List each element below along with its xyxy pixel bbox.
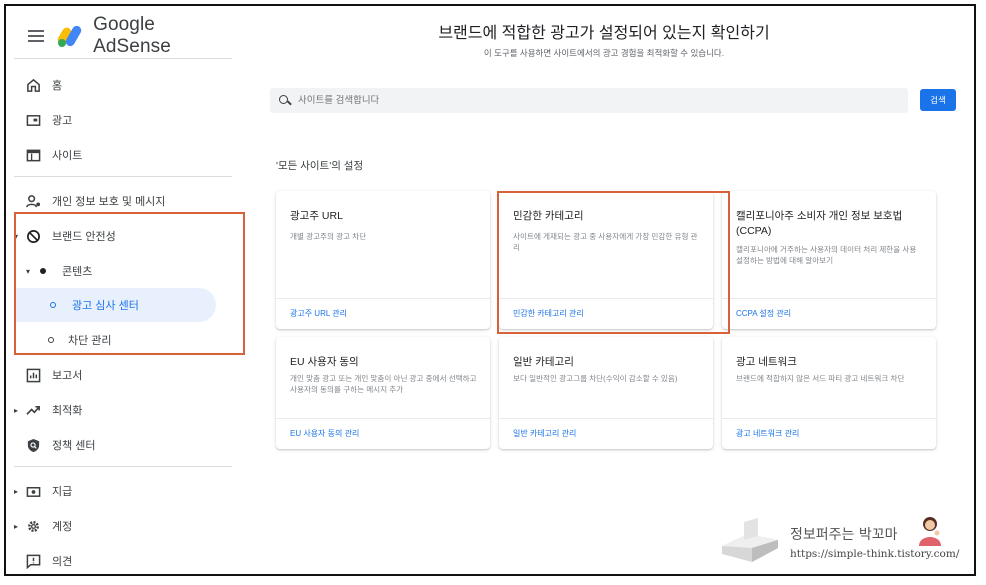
avatar [919, 517, 941, 546]
home-icon [24, 76, 42, 94]
section-title: '모든 사이트'의 설정 [276, 160, 364, 172]
search-button[interactable]: 검색 [920, 89, 956, 111]
menu-icon[interactable] [28, 30, 44, 42]
general-categories-link[interactable]: 일반 카테고리 관리 [513, 428, 576, 439]
sidebar-item-home[interactable]: 홈 [6, 68, 234, 102]
feedback-icon [24, 552, 42, 570]
eu-consent-link[interactable]: EU 사용자 동의 관리 [290, 428, 359, 439]
advertiser-url-link[interactable]: 광고주 URL 관리 [290, 308, 347, 319]
ccpa-settings-link[interactable]: CCPA 설정 관리 [736, 308, 791, 319]
card-divider [722, 298, 936, 299]
main-content: 브랜드에 적합한 광고가 설정되어 있는지 확인하기 이 도구를 사용하면 사이… [234, 6, 974, 574]
card-general-categories: 일반 카테고리 보다 일반적인 광고그룹 차단(수익이 감소할 수 있음) 일반… [499, 337, 713, 449]
sidebar-item-policy-center[interactable]: 정책 센터 [6, 428, 234, 462]
card-ad-networks: 광고 네트워크 브랜드에 적합하지 않은 서드 파티 광고 네트워크 차단 광고… [722, 337, 936, 449]
privacy-messaging-icon [24, 192, 42, 210]
ads-icon [24, 111, 42, 129]
watermark-name: 정보퍼주는 박꼬마 [790, 527, 898, 543]
adsense-logo-icon [55, 24, 85, 48]
sidebar-item-feedback[interactable]: 의견 [6, 544, 234, 574]
card-title: 광고 네트워크 [736, 356, 797, 368]
ad-networks-link[interactable]: 광고 네트워크 관리 [736, 428, 799, 439]
card-description: 개별 광고주의 광고 차단 [290, 232, 367, 241]
sidebar-item-optimization[interactable]: ▸ 최적화 [6, 393, 234, 427]
chevron-right-icon[interactable]: ▸ [14, 487, 18, 496]
search-icon [278, 94, 292, 108]
card-title: 캘리포니아주 소비자 개인 정보 보호법 (CCPA) [736, 210, 903, 237]
sidebar-divider [14, 176, 232, 177]
page-title: 브랜드에 적합한 광고가 설정되어 있는지 확인하기 [438, 25, 770, 42]
sidebar-item-label: 지급 [52, 486, 73, 498]
sidebar-item-reports[interactable]: 보고서 [6, 358, 234, 392]
sidebar-item-label: 보고서 [52, 370, 83, 382]
chevron-right-icon[interactable]: ▸ [14, 522, 18, 531]
sidebar-item-label: 정책 센터 [52, 440, 96, 452]
card-divider [722, 418, 936, 419]
watermark-url: https://simple-think.tistory.com/ [790, 548, 960, 560]
card-divider [276, 418, 490, 419]
sidebar-item-label: 최적화 [52, 405, 83, 417]
sidebar-item-label: 계정 [52, 521, 73, 533]
watermark-shape-icon [722, 518, 778, 562]
card-divider [276, 298, 490, 299]
sidebar-item-ads[interactable]: 광고 [6, 103, 234, 137]
card-ccpa: 캘리포니아주 소비자 개인 정보 보호법 (CCPA) 캘리포니아에 거주하는 … [722, 191, 936, 329]
card-description: 브랜드에 적합하지 않은 서드 파티 광고 네트워크 차단 [736, 374, 905, 383]
card-title: 광고주 URL [290, 210, 343, 222]
app-name: Google AdSense [93, 14, 171, 57]
card-description: 캘리포니아에 거주하는 사용자의 데이터 처리 제한을 사용 설정하는 방법에 … [736, 245, 917, 265]
brand-bar: Google AdSense [6, 14, 234, 57]
card-divider [499, 418, 713, 419]
card-title: 일반 카테고리 [513, 356, 574, 368]
sidebar: Google AdSense 홈 광고 사이트 개인 정보 보호 및 메시지 ▾… [6, 6, 245, 574]
page-subtitle: 이 도구를 사용하면 사이트에서의 광고 경험을 최적화할 수 있습니다. [483, 48, 725, 58]
window-frame: Google AdSense 홈 광고 사이트 개인 정보 보호 및 메시지 ▾… [4, 4, 976, 576]
sidebar-item-label: 개인 정보 보호 및 메시지 [52, 196, 166, 208]
reports-icon [24, 366, 42, 384]
sidebar-item-payments[interactable]: ▸ 지급 [6, 474, 234, 508]
search-input[interactable] [298, 95, 858, 106]
sidebar-divider [14, 466, 232, 467]
card-description: 보다 일반적인 광고그룹 차단(수익이 감소할 수 있음) [513, 374, 678, 383]
sidebar-item-label: 광고 [52, 115, 73, 127]
card-advertiser-url: 광고주 URL 개별 광고주의 광고 차단 광고주 URL 관리 [276, 191, 490, 329]
card-description: 개인 맞춤 광고 또는 개인 맞춤이 아닌 광고 중에서 선택하고 사용자의 동… [290, 374, 477, 394]
payments-icon [24, 482, 42, 500]
annotation-highlight-box [497, 191, 730, 334]
blog-watermark: 정보퍼주는 박꼬마 https://simple-think.tistory.c… [718, 508, 968, 574]
card-title: EU 사용자 동의 [290, 356, 359, 368]
search-bar [270, 88, 908, 113]
sidebar-divider [14, 58, 232, 59]
card-eu-consent: EU 사용자 동의 개인 맞춤 광고 또는 개인 맞춤이 아닌 광고 중에서 선… [276, 337, 490, 449]
sidebar-item-label: 의견 [52, 556, 73, 568]
sidebar-item-label: 홈 [52, 80, 63, 92]
sidebar-item-account[interactable]: ▸ 계정 [6, 509, 234, 543]
chevron-right-icon[interactable]: ▸ [14, 406, 18, 415]
gear-icon [24, 517, 42, 535]
sidebar-item-label: 사이트 [52, 150, 83, 162]
sidebar-item-sites[interactable]: 사이트 [6, 138, 234, 172]
sites-icon [24, 146, 42, 164]
trending-up-icon [24, 401, 42, 419]
annotation-highlight-box [14, 212, 245, 355]
policy-shield-icon [24, 436, 42, 454]
